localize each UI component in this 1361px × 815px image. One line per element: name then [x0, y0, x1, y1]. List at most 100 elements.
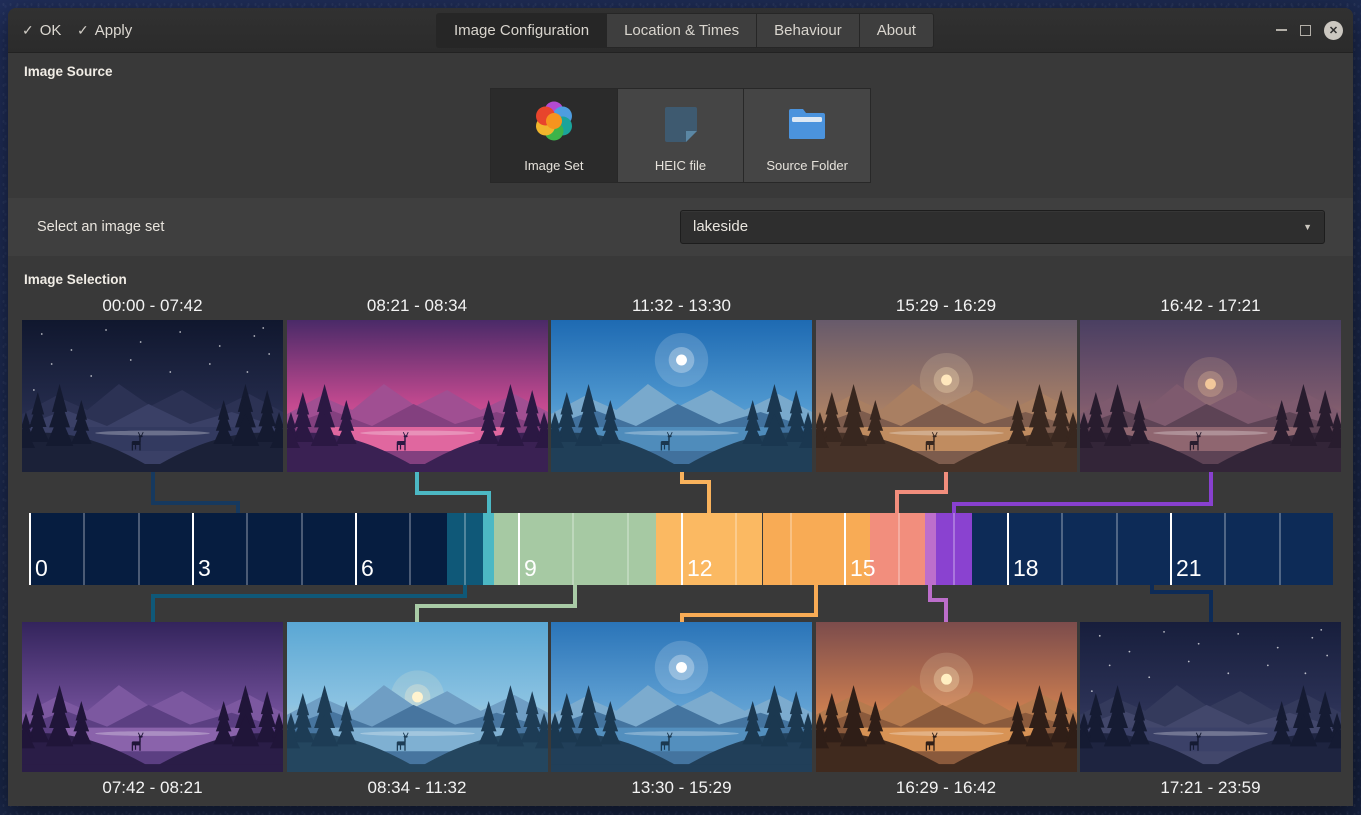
timeline-hour-label: 12 [687, 555, 713, 582]
connector-line [707, 480, 711, 513]
ok-button[interactable]: ✓ OK [22, 8, 61, 52]
tab-image-configuration[interactable]: Image Configuration [437, 14, 607, 47]
connector-line [415, 491, 491, 495]
tab-behaviour[interactable]: Behaviour [757, 14, 860, 47]
dropdown-selected-value: lakeside [693, 211, 748, 243]
source-type-options: Image Set HEIC file Source Folder [490, 88, 871, 183]
image-set-button[interactable]: Image Set [491, 89, 618, 182]
timeline-segment [483, 513, 495, 585]
tab-about[interactable]: About [860, 14, 933, 47]
timeline-major-tick [681, 513, 683, 585]
wallpaper-thumbnail[interactable] [1080, 622, 1341, 772]
timeline-segment [925, 513, 937, 585]
apply-button[interactable]: ✓ Apply [77, 8, 132, 52]
tab-group: Image Configuration Location & Times Beh… [436, 13, 934, 48]
timeline-minor-tick [953, 513, 955, 585]
connector-line [236, 501, 240, 513]
connector-line [680, 613, 684, 622]
source-folder-label: Source Folder [766, 158, 848, 173]
time-range-label: 13:30 - 15:29 [551, 778, 812, 798]
close-icon[interactable]: ✕ [1324, 21, 1343, 40]
connector-line [415, 604, 577, 608]
timeline-hour-label: 18 [1013, 555, 1039, 582]
tab-location-times[interactable]: Location & Times [607, 14, 757, 47]
timeline-minor-tick [409, 513, 411, 585]
connector-line [952, 502, 1212, 506]
wallpaper-thumbnail[interactable] [287, 320, 548, 472]
image-source-heading: Image Source [24, 64, 113, 79]
timeline-minor-tick [138, 513, 140, 585]
connector-line [944, 598, 948, 622]
image-set-icon [529, 89, 579, 158]
wallpaper-thumbnail[interactable] [22, 320, 283, 472]
connector-line [1209, 472, 1213, 506]
heic-file-button[interactable]: HEIC file [618, 89, 745, 182]
timeline-hour-label: 3 [198, 555, 211, 582]
image-set-select-label: Select an image set [37, 198, 164, 256]
source-folder-button[interactable]: Source Folder [744, 89, 870, 182]
timeline-hour-label: 6 [361, 555, 374, 582]
apply-button-label: Apply [95, 22, 133, 39]
timeline-hour-label: 15 [850, 555, 876, 582]
app-window: ✓ OK ✓ Apply Image Configuration Locatio… [8, 8, 1353, 806]
wallpaper-thumbnail[interactable] [816, 320, 1077, 472]
time-range-label: 07:42 - 08:21 [22, 778, 283, 798]
connector-line [895, 490, 899, 513]
connector-line [487, 491, 491, 513]
timeline-minor-tick [246, 513, 248, 585]
timeline-major-tick [1007, 513, 1009, 585]
check-icon: ✓ [22, 22, 34, 39]
connector-line [415, 604, 419, 622]
source-folder-icon [782, 89, 832, 158]
wallpaper-thumbnail[interactable] [287, 622, 548, 772]
window-controls: ✕ [1276, 8, 1343, 52]
heic-file-label: HEIC file [655, 158, 706, 173]
time-range-label: 16:42 - 17:21 [1080, 296, 1341, 316]
time-range-label: 11:32 - 13:30 [551, 296, 812, 316]
connector-line [1209, 590, 1213, 622]
timeline-minor-tick [1116, 513, 1118, 585]
timeline-minor-tick [1279, 513, 1281, 585]
connector-line [952, 502, 956, 513]
timeline-hour-label: 0 [35, 555, 48, 582]
wallpaper-thumbnail[interactable] [22, 622, 283, 772]
maximize-icon[interactable] [1300, 25, 1311, 36]
chevron-down-icon: ▼ [1303, 211, 1312, 243]
connector-line [1150, 590, 1212, 594]
wallpaper-thumbnail[interactable] [816, 622, 1077, 772]
connector-line [151, 594, 468, 598]
timeline-minor-tick [301, 513, 303, 585]
wallpaper-thumbnail[interactable] [1080, 320, 1341, 472]
minimize-icon[interactable] [1276, 29, 1287, 31]
timeline-minor-tick [464, 513, 466, 585]
titlebar: ✓ OK ✓ Apply Image Configuration Locatio… [8, 8, 1353, 53]
time-range-label: 08:34 - 11:32 [287, 778, 548, 798]
image-set-dropdown[interactable]: lakeside ▼ [680, 210, 1325, 244]
timeline-minor-tick [898, 513, 900, 585]
timeline-major-tick [1170, 513, 1172, 585]
time-range-label: 00:00 - 07:42 [22, 296, 283, 316]
timeline-minor-tick [1224, 513, 1226, 585]
connector-line [895, 490, 948, 494]
time-range-label: 16:29 - 16:42 [816, 778, 1077, 798]
timeline-minor-tick [1061, 513, 1063, 585]
timeline-minor-tick [627, 513, 629, 585]
timeline-major-tick [518, 513, 520, 585]
timeline-major-tick [355, 513, 357, 585]
wallpaper-thumbnail[interactable] [551, 320, 812, 472]
heic-file-icon [656, 89, 706, 158]
ok-button-label: OK [40, 22, 62, 39]
timeline-minor-tick [572, 513, 574, 585]
connector-line [151, 501, 241, 505]
time-range-label: 17:21 - 23:59 [1080, 778, 1341, 798]
desktop: { "titlebar": { "check_glyph": "✓", "ok_… [0, 0, 1361, 815]
time-range-label: 15:29 - 16:29 [816, 296, 1077, 316]
timeline-minor-tick [790, 513, 792, 585]
timeline-minor-tick [735, 513, 737, 585]
timeline-segment [29, 513, 447, 585]
timeline: 036912151821 [29, 513, 1333, 585]
timeline-major-tick [29, 513, 31, 585]
timeline-hour-label: 21 [1176, 555, 1202, 582]
wallpaper-thumbnail[interactable] [551, 622, 812, 772]
check-icon: ✓ [77, 22, 89, 39]
